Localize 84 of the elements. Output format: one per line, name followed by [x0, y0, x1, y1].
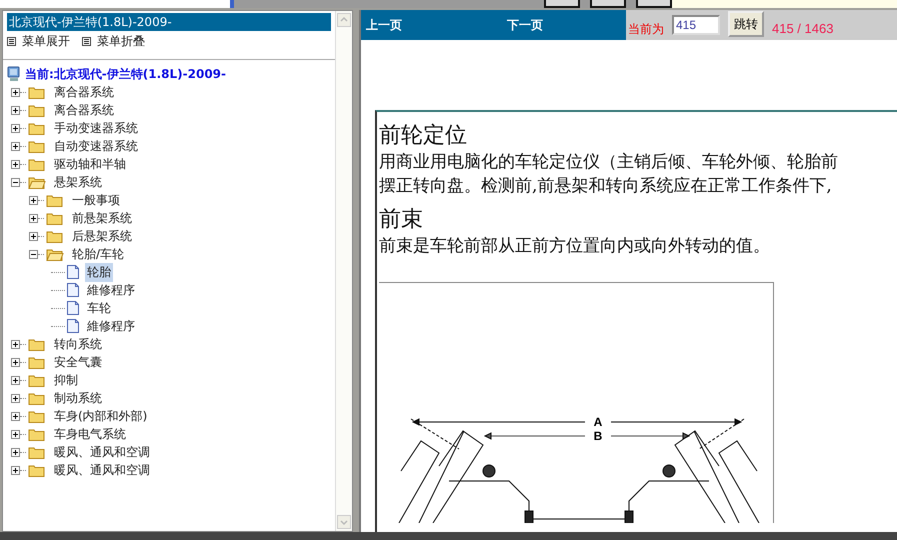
folder-icon: [28, 392, 46, 404]
expand-toggle-icon[interactable]: [11, 448, 20, 456]
toolbar-button[interactable]: [636, 0, 672, 8]
collapse-toggle-icon[interactable]: [29, 250, 38, 258]
tree-item[interactable]: 悬架系统: [52, 172, 104, 192]
expand-toggle-icon[interactable]: [11, 430, 20, 438]
body-text-line: 用商业用电脑化的车轮定位仪（主销后倾、车轮外倾、轮胎前: [379, 151, 839, 174]
tree-item[interactable]: 抑制: [52, 370, 80, 390]
tree-item[interactable]: 轮胎: [85, 262, 113, 282]
folder-icon: [46, 248, 64, 260]
document-icon: [67, 265, 79, 279]
folder-icon: [28, 464, 46, 476]
tree-item[interactable]: 车轮: [85, 298, 113, 318]
expand-toggle-icon[interactable]: [11, 88, 20, 96]
folder-icon: [28, 122, 46, 134]
expand-toggle-icon[interactable]: [11, 160, 20, 168]
folder-icon: [28, 104, 46, 116]
folder-icon: [28, 338, 46, 350]
expand-toggle-icon[interactable]: [11, 142, 20, 150]
folder-icon: [28, 428, 46, 440]
tree-item[interactable]: 驱动轴和半轴: [52, 154, 128, 174]
menu-action-link[interactable]: 菜单折叠: [82, 32, 145, 50]
current-page-label: 当前为: [628, 20, 664, 38]
tree-item[interactable]: 车身电气系统: [52, 424, 128, 444]
folder-icon: [46, 230, 64, 242]
expand-toggle-icon[interactable]: [11, 412, 20, 420]
body-text-line: 摆正转向盘。检测前,前悬架和转向系统应在正常工作条件下,: [379, 175, 833, 198]
folder-icon: [28, 140, 46, 152]
folder-icon: [28, 356, 46, 368]
wheel-alignment-drawing: A B: [389, 411, 769, 523]
tree-item[interactable]: 安全气囊: [52, 352, 104, 372]
expand-toggle-icon[interactable]: [11, 340, 20, 348]
tree-item[interactable]: 后悬架系统: [70, 226, 134, 246]
expand-toggle-icon[interactable]: [11, 106, 20, 114]
page-count: 415 / 1463: [772, 20, 834, 36]
expand-toggle-icon[interactable]: [29, 214, 38, 222]
page-number-field[interactable]: 415: [672, 15, 720, 35]
folder-icon: [28, 176, 46, 188]
document-icon: [67, 301, 79, 315]
tree-item[interactable]: 維修程序: [85, 316, 137, 336]
folder-icon: [28, 374, 46, 386]
tree-item[interactable]: 转向系统: [52, 334, 104, 354]
tree-item[interactable]: 維修程序: [85, 280, 137, 300]
current-path-label: 当前:北京现代-伊兰特(1.8L)-2009-: [25, 66, 226, 82]
tree-item[interactable]: 车身(内部和外部): [52, 406, 150, 426]
tree-item[interactable]: 离合器系统: [52, 100, 116, 120]
tree-item[interactable]: 离合器系统: [52, 82, 116, 102]
expand-toggle-icon[interactable]: [11, 358, 20, 366]
expand-toggle-icon[interactable]: [29, 232, 38, 240]
tree-item[interactable]: 制动系统: [52, 388, 104, 408]
previous-page-link[interactable]: 上一页: [366, 16, 402, 34]
tree-item[interactable]: 一般事项: [70, 190, 122, 210]
jump-button[interactable]: 跳转: [728, 11, 764, 37]
expand-toggle-icon[interactable]: [11, 466, 20, 474]
toolbar-button[interactable]: [544, 0, 580, 8]
tree-item[interactable]: 暖风、通风和空调: [52, 460, 152, 480]
folder-icon: [28, 410, 46, 422]
tree-item[interactable]: 自动变速器系统: [52, 136, 140, 156]
expand-toggle-icon[interactable]: [11, 124, 20, 132]
computer-icon: [7, 66, 21, 82]
menu-action-link[interactable]: 菜单展开: [7, 32, 70, 50]
expand-toggle-icon[interactable]: [11, 394, 20, 402]
expand-toggle-icon[interactable]: [11, 376, 20, 384]
folder-icon: [28, 158, 46, 170]
section-heading: 前轮定位: [379, 122, 468, 150]
document-icon: [67, 283, 79, 297]
folder-icon: [46, 194, 64, 206]
tree-item[interactable]: 手动变速器系统: [52, 118, 140, 138]
tree-item[interactable]: 轮胎/车轮: [70, 244, 126, 264]
sidebar-title: 北京现代-伊兰特(1.8L)-2009-: [7, 13, 331, 31]
tree-item[interactable]: 暖风、通风和空调: [52, 442, 152, 462]
document-icon: [67, 319, 79, 333]
next-page-link[interactable]: 下一页: [507, 16, 543, 34]
collapse-toggle-icon[interactable]: [11, 178, 20, 186]
body-text-line: 前束是车轮前部从正前方位置向内或向外转动的值。: [379, 235, 771, 258]
folder-icon: [28, 86, 46, 98]
tree-item[interactable]: 前悬架系统: [70, 208, 134, 228]
expand-toggle-icon[interactable]: [29, 196, 38, 204]
toolbar-button[interactable]: [590, 0, 626, 8]
folder-icon: [28, 446, 46, 458]
list-icon: [82, 36, 91, 46]
list-icon: [7, 36, 16, 46]
section-heading: 前束: [379, 206, 424, 234]
folder-icon: [46, 212, 64, 224]
